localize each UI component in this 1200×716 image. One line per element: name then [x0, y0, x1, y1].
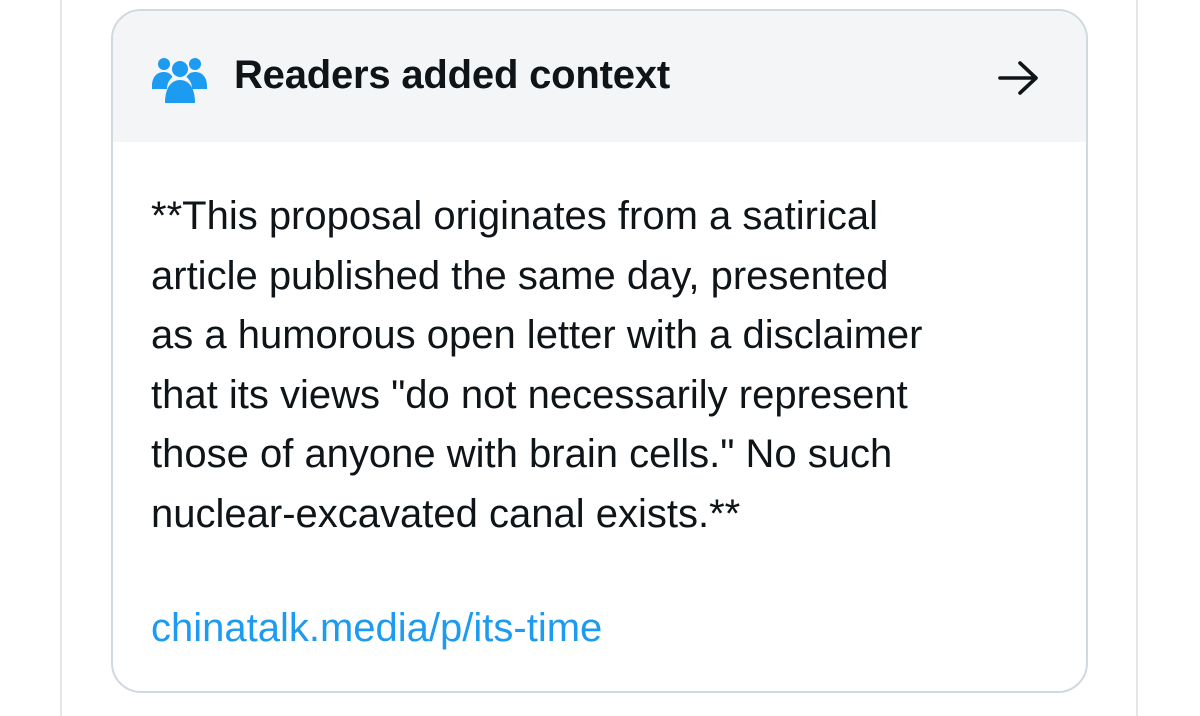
community-note-card: Readers added context **This proposal or… [111, 9, 1088, 693]
arrow-right-icon[interactable] [996, 58, 1042, 98]
source-link[interactable]: chinatalk.media/p/its-time [151, 604, 602, 652]
community-note-text: **This proposal originates from a satiri… [151, 194, 923, 536]
community-note-header[interactable]: Readers added context [113, 11, 1086, 142]
people-group-icon [149, 53, 211, 103]
community-note-title: Readers added context [234, 53, 670, 97]
